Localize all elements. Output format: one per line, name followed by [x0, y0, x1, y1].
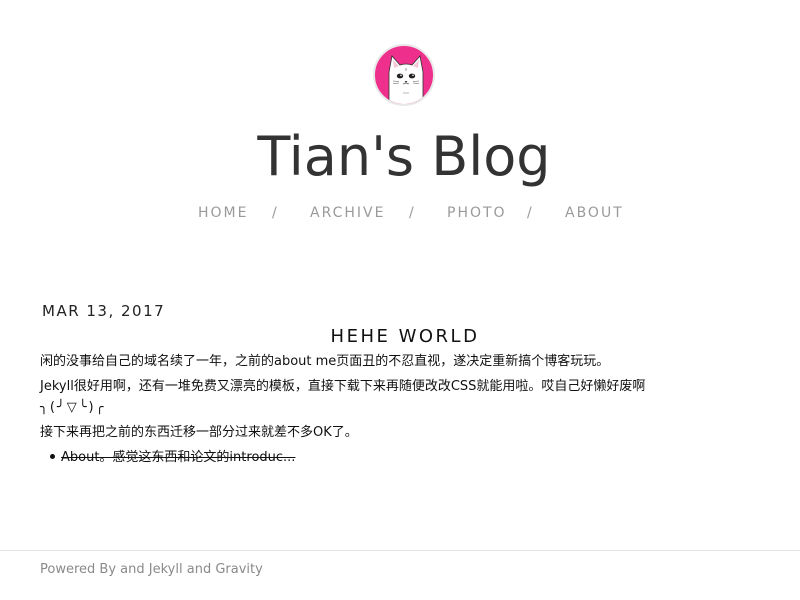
nav-separator: / [272, 205, 277, 221]
post-title[interactable]: HEHE WORLD [0, 326, 800, 348]
footer: Powered By and Jekyll and Gravity [40, 561, 263, 579]
footer-divider [0, 550, 800, 551]
nav-item-home[interactable]: HOME [198, 204, 248, 222]
list-item: About。感觉这东西和论文的introduc... [50, 448, 700, 468]
main-nav: HOME / ARCHIVE / PHOTO / ABOUT [0, 204, 800, 224]
list-item-link[interactable]: About。感觉这东西和论文的introduc... [61, 450, 295, 465]
site-title[interactable]: Tian's Blog [0, 122, 800, 192]
page: Tian's Blog HOME / ARCHIVE / PHOTO / ABO… [0, 0, 800, 600]
avatar[interactable] [373, 44, 435, 106]
footer-gravity-link[interactable]: Gravity [215, 562, 262, 577]
post-content: 闲的没事给自己的域名续了一年，之前的about me页面丑的不忍直视，遂决定重新… [40, 352, 700, 468]
nav-item-photo[interactable]: PHOTO [447, 204, 507, 222]
footer-and-text: and [186, 562, 212, 577]
post-list: About。感觉这东西和论文的introduc... [40, 448, 700, 468]
post-paragraph: 接下来再把之前的东西迁移一部分过来就差不多OK了。 [40, 425, 358, 440]
post-paragraph: Jekyll很好用啊，还有一堆免费又漂亮的模板，直接下载下来再随便改改CSS就能… [40, 379, 646, 394]
bullet-icon [50, 454, 55, 459]
footer-jekyll-link[interactable]: Jekyll [149, 562, 183, 577]
nav-item-about[interactable]: ABOUT [565, 204, 624, 222]
footer-and-text: and [120, 562, 145, 577]
cat-avatar-icon [388, 55, 424, 104]
nav-item-archive[interactable]: ARCHIVE [310, 204, 385, 222]
post-kaomoji: ╮(╯▽╰)╭ [40, 400, 106, 415]
post-date: MAR 13, 2017 [42, 302, 166, 320]
footer-powered-text: Powered By [40, 562, 117, 577]
nav-separator: / [409, 205, 414, 221]
nav-separator: / [527, 205, 532, 221]
post-paragraph: 闲的没事给自己的域名续了一年，之前的about me页面丑的不忍直视，遂决定重新… [40, 354, 610, 369]
